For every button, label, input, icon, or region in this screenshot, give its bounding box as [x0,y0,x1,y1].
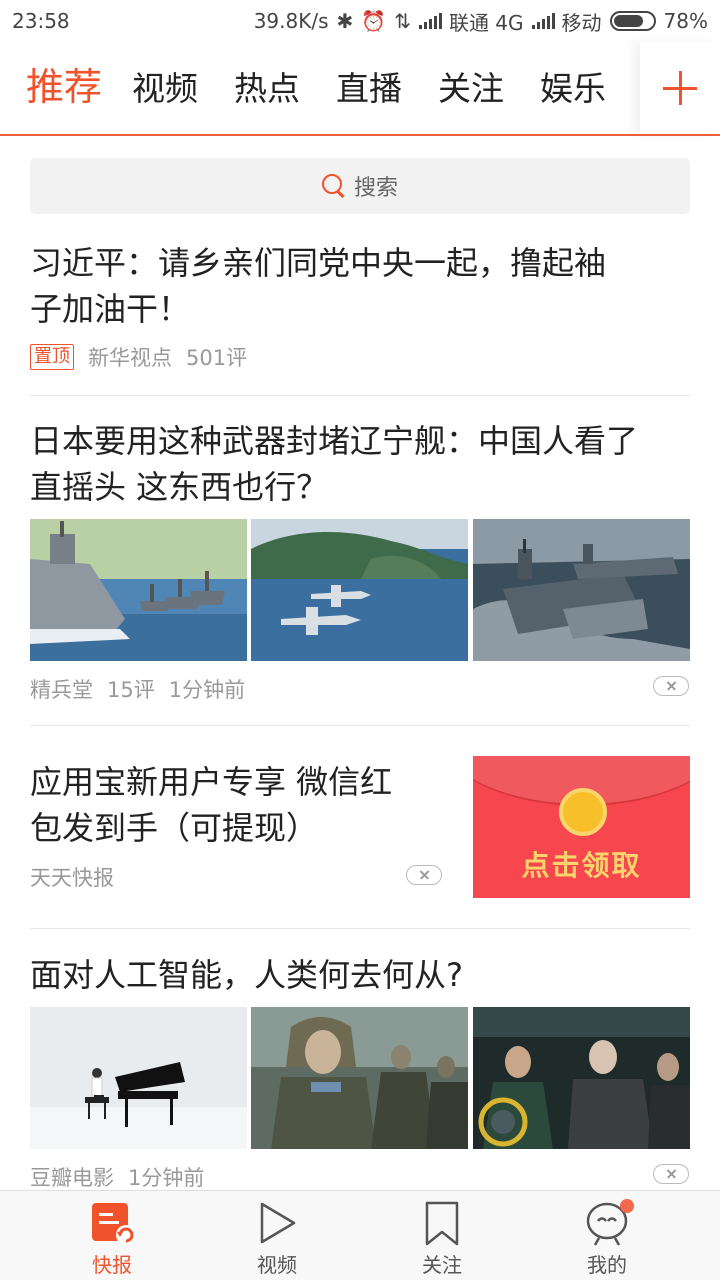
nav-label: 快报 [92,1253,132,1277]
dismiss-icon[interactable] [653,676,689,696]
tab-entertainment[interactable]: 娱乐 [540,64,606,114]
add-channel-icon[interactable] [640,42,720,134]
battery-percent: 78% [663,9,708,33]
article-title: 日本要用这种武器封堵辽宁舰：中国人看了 [30,422,639,460]
publish-time: 1分钟前 [168,678,246,702]
comment-count: 501评 [186,346,248,370]
nav-label: 关注 [422,1253,462,1277]
data-transfer-icon: ⇅ [394,9,411,33]
status-time: 23:58 [12,9,70,33]
ad-title: 包发到手（可提现） [30,809,319,847]
article-source: 精兵堂 [30,678,93,702]
article-meta: 天天快报 [30,862,114,892]
nav-label: 视频 [257,1253,297,1277]
ad-title: 应用宝新用户专享 微信红 [30,763,393,801]
article-title: 子加油干！ [30,290,191,328]
tab-follow[interactable]: 关注 [438,64,504,114]
search-placeholder: 搜索 [353,176,398,201]
article-title: 直摇头 这东西也行？ [30,468,329,506]
divider [30,725,690,726]
divider [30,928,690,929]
article-image [251,1007,468,1149]
carrier-2: 移动 [561,10,602,35]
network-speed: 39.8K/s [253,9,329,33]
news-icon [92,1203,136,1245]
nav-item-news[interactable]: 快报 [52,1191,172,1280]
status-bar: 23:58 39.8K/s ✱ ⏰ ⇅ 联通 4G 移动 78% [0,0,720,42]
article-title: 习近平：请乡亲们同党中央一起，撸起袖 [30,244,607,282]
play-icon [260,1202,296,1244]
article-meta: 豆瓣电影 1分钟前 [30,1162,204,1192]
article-source: 新华视点 [88,346,172,370]
profile-icon [586,1199,634,1246]
tab-fade [610,42,640,134]
article-meta: 精兵堂 15评 1分钟前 [30,674,245,704]
article-image [251,519,468,661]
status-icons: 39.8K/s ✱ ⏰ ⇅ 联通 4G 移动 78% [254,7,708,36]
publish-time: 1分钟前 [128,1166,205,1190]
nav-item-follow[interactable]: 关注 [382,1191,502,1280]
nav-item-profile[interactable]: 我的 [547,1191,667,1280]
alarm-icon: ⏰ [361,9,387,33]
divider [30,395,690,396]
article-source: 天天快报 [30,866,114,890]
carrier-1: 联通 4G [448,10,524,35]
article-image [473,519,690,661]
signal-icon [418,13,442,29]
coin-icon [559,788,607,836]
tab-video[interactable]: 视频 [132,64,198,114]
article-meta: 置顶 新华视点 501评 [30,342,247,372]
battery-icon [609,11,656,31]
article-image [30,1007,247,1149]
red-envelope-banner[interactable]: 点击领取 [473,756,690,898]
nav-item-video[interactable]: 视频 [217,1191,337,1280]
ad-banner-text: 点击领取 [521,849,642,882]
dismiss-icon[interactable] [406,865,442,885]
nav-label: 我的 [587,1253,627,1277]
tab-live[interactable]: 直播 [336,64,402,114]
article-title: 面对人工智能，人类何去何从? [30,956,463,994]
article-image [30,519,247,661]
dismiss-icon[interactable] [653,1164,689,1184]
comment-count: 15评 [107,678,155,702]
bookmark-icon [425,1201,459,1246]
article-image [473,1007,690,1149]
pinned-badge: 置顶 [30,344,74,370]
search-icon [321,174,346,198]
bottom-nav: 快报 视频 关注 我的 [0,1190,720,1280]
category-tabbar: 推荐 视频 热点 直播 关注 娱乐 [0,42,720,136]
search-bar[interactable]: 搜索 [30,158,690,214]
bluetooth-icon: ✱ [336,9,354,33]
tab-hot[interactable]: 热点 [234,64,300,114]
signal-icon [531,13,555,29]
article-source: 豆瓣电影 [30,1166,114,1190]
tab-recommend[interactable]: 推荐 [26,62,102,112]
